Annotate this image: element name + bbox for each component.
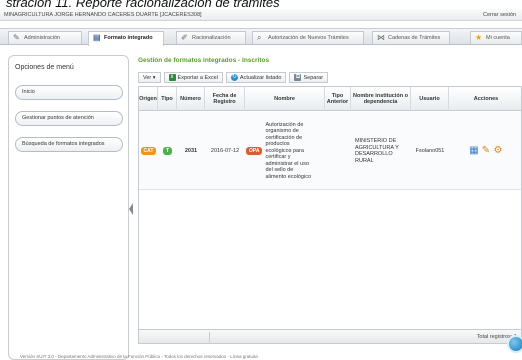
edit-icon: ✐ (181, 33, 188, 42)
sidebar-menu: Opciones de menú Inicio Gestionar puntos… (8, 55, 129, 360)
col-tipo[interactable]: Tipo (158, 87, 177, 111)
settings-gear-icon[interactable]: ⚙ (493, 146, 503, 156)
footer-text: Versión SUIT 3.0 - Departamento Administ… (20, 354, 258, 359)
tab-label: Administración (24, 35, 61, 41)
excel-icon: x (168, 73, 176, 81)
tab-label: Cadenas de Trámites (388, 35, 441, 41)
sidebar-title: Opciones de menú (15, 64, 74, 71)
results-grid: Origen Tipo Número Fecha de Registro Nom… (138, 86, 522, 344)
tab-label: Racionalización (192, 35, 231, 41)
nombre-cell: OPA Autorización de organismo de certifi… (245, 112, 325, 190)
main-tabs: ✎ Administración ▤ Formato integrado ✐ R… (0, 28, 522, 46)
export-excel-button[interactable]: x Exportar a Excel (163, 71, 223, 83)
main-panel: Gestión de formatos integrados - Inscrit… (136, 55, 522, 360)
logged-user-label: MINAGRICULTURA JORGE HERNANDO CACERES DU… (4, 12, 202, 18)
grid-footer: Total registros: 1 (139, 329, 521, 343)
search-icon: ⌕ (257, 33, 262, 42)
top-bar: MINAGRICULTURA JORGE HERNANDO CACERES DU… (0, 9, 522, 21)
star-icon: ★ (475, 33, 483, 42)
tab-label: Mi cuenta (486, 35, 510, 41)
col-nombre[interactable]: Nombre (245, 87, 325, 111)
tab-autorizacion[interactable]: ⌕ Autorización de Nuevos Trámites (252, 31, 364, 44)
grid-toolbar: Ver ▾ x Exportar a Excel ↻ Actualizar list… (138, 71, 331, 83)
view-form-icon[interactable]: ▦ (469, 146, 479, 156)
tab-racionalizacion[interactable]: ✐ Racionalización (176, 31, 246, 44)
tab-mi-cuenta[interactable]: ★ Mi cuenta (470, 31, 522, 44)
view-menu-button[interactable]: Ver ▾ (138, 71, 161, 83)
document-caption: stración 11. Reporte racionalización de … (6, 0, 280, 9)
tab-label: Formato integrado (104, 35, 153, 41)
col-origen[interactable]: Origen (139, 87, 158, 111)
col-tipo-anterior[interactable]: Tipo Anterior (325, 87, 351, 111)
usuario-cell: Fsolano051 (415, 147, 445, 154)
tipo-badge: T (162, 147, 173, 155)
grid-header: Origen Tipo Número Fecha de Registro Nom… (139, 87, 521, 111)
col-numero[interactable]: Número (177, 87, 205, 111)
origen-badge: CAT (140, 147, 157, 155)
tipo-anterior-cell (325, 112, 351, 190)
tipo-cell: T (158, 112, 177, 190)
export-label: Exportar a Excel (177, 74, 218, 81)
help-chat-icon[interactable] (507, 335, 522, 353)
sidebar-item-inicio[interactable]: Inicio (15, 85, 123, 100)
table-row[interactable]: CAT T 2031 2016-07-12 OPA Autorización d… (139, 112, 521, 190)
fecha-cell: 2016-07-12 (210, 147, 240, 154)
form-icon: ▤ (93, 33, 101, 42)
tab-administracion[interactable]: ✎ Administración (8, 31, 82, 44)
col-institucion[interactable]: Nombre institución o dependencia (351, 87, 411, 111)
acciones-cell: ▦ ✎ ⚙ (449, 112, 522, 190)
edit-pencil-icon[interactable]: ✎ (481, 146, 491, 156)
collapse-sidebar-handle[interactable] (129, 203, 133, 215)
col-fecha[interactable]: Fecha de Registro (205, 87, 245, 111)
page-title: Gestión de formatos integrados - Inscrit… (138, 57, 270, 64)
detach-button[interactable]: ⧉ Separar (289, 71, 329, 83)
tab-formato-integrado[interactable]: ▤ Formato integrado (88, 31, 164, 46)
refresh-icon: ↻ (230, 73, 238, 81)
detach-icon: ⧉ (294, 73, 302, 81)
sidebar-item-busqueda-formatos[interactable]: Búsqueda de formatos integrados (15, 137, 123, 152)
detach-label: Separar (303, 74, 324, 81)
origen-cell: CAT (139, 112, 158, 190)
wrench-icon: ✎ (13, 33, 20, 42)
refresh-label: Actualizar listado (239, 74, 282, 81)
numero-cell: 2031 (184, 147, 198, 154)
tab-label: Autorización de Nuevos Trámites (268, 35, 349, 41)
tab-cadenas[interactable]: ⋈ Cadenas de Trámites (372, 31, 450, 44)
institucion-cell: MINISTERIO DE AGRICULTURA Y DESARROLLO R… (355, 138, 399, 164)
share-icon: ⋈ (377, 33, 385, 42)
nombre-text: Autorización de organismo de certificaci… (265, 121, 312, 180)
logout-link[interactable]: Cerrar sesión (483, 12, 516, 18)
sidebar-item-gestionar-puntos[interactable]: Gestionar puntos de atención (15, 111, 123, 126)
refresh-button[interactable]: ↻ Actualizar listado (225, 71, 287, 83)
footer-divider (209, 332, 210, 342)
col-usuario[interactable]: Usuario (411, 87, 449, 111)
col-acciones: Acciones (473, 96, 499, 102)
nombre-badge: OPA (246, 147, 263, 155)
